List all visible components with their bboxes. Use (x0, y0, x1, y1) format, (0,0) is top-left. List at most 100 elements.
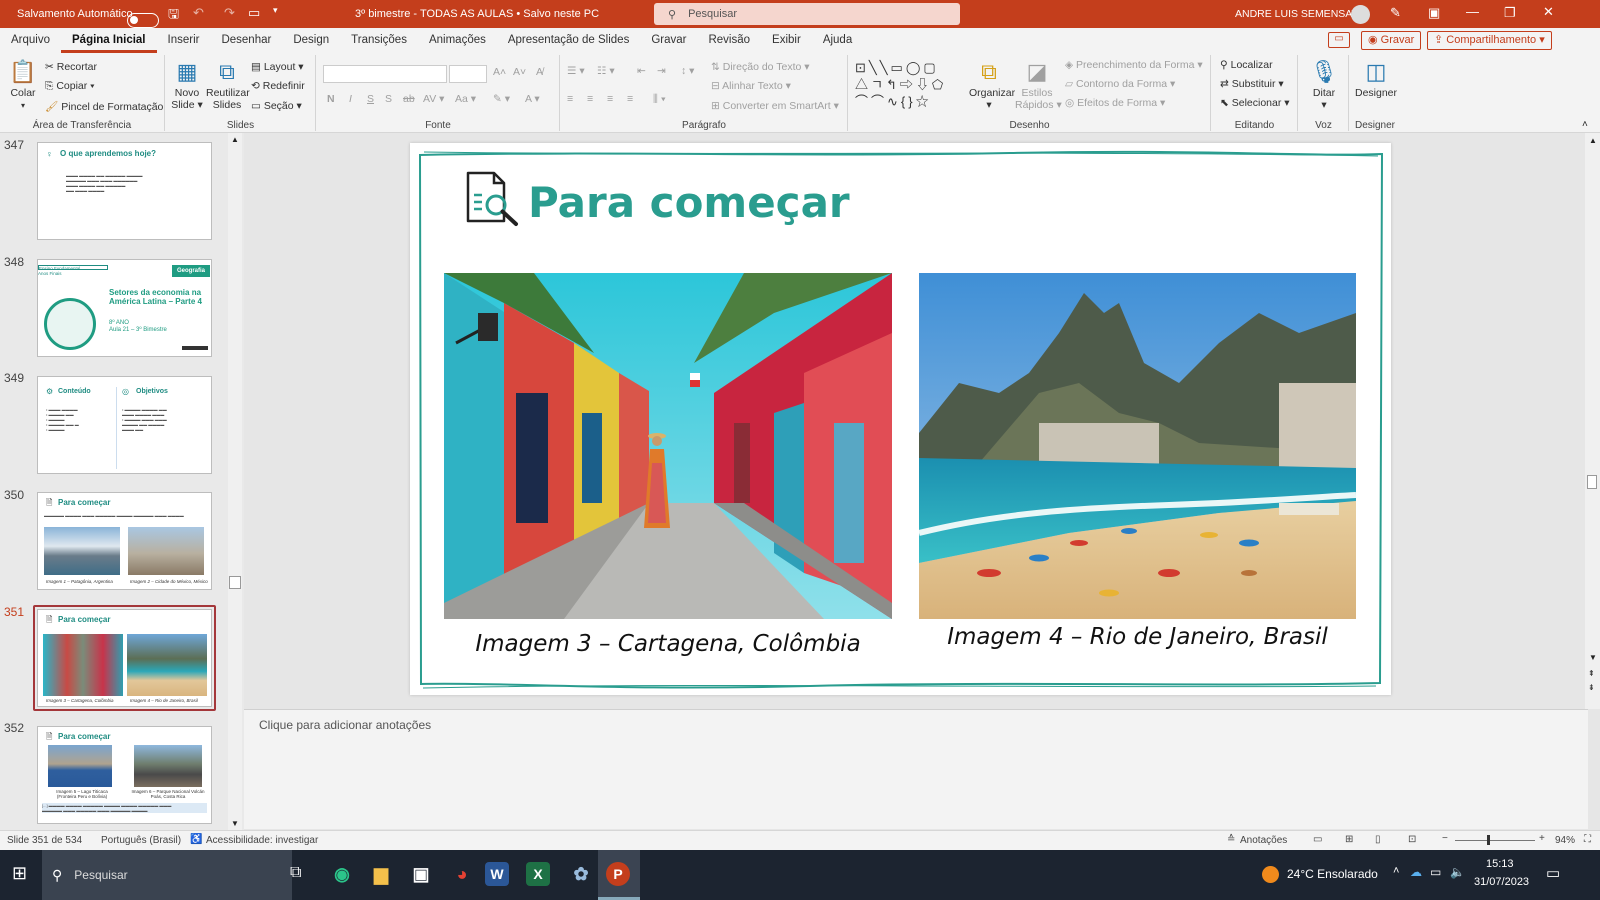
store-icon[interactable]: ▣ (404, 857, 438, 891)
share-button[interactable]: ⇪ Compartilhamento ▾ (1427, 31, 1552, 50)
user-name[interactable]: ANDRE LUIS SEMENSATO (1235, 8, 1366, 20)
fit-to-window-icon[interactable]: ⛶ (1584, 834, 1591, 845)
customize-toolbar-icon[interactable]: ▾ (273, 5, 278, 16)
normal-view-icon[interactable]: ▭ (1313, 834, 1322, 845)
menu-tab-transições[interactable]: Transições (340, 28, 418, 53)
slide-title[interactable]: Para começar (528, 178, 850, 227)
edge-icon[interactable]: ◉ (325, 857, 359, 891)
tray-chevron-icon[interactable]: ˄ (1393, 865, 1399, 877)
word-icon[interactable]: W (485, 862, 509, 886)
cartagena-image[interactable] (444, 273, 892, 619)
windows-start-icon[interactable]: ⊞ (12, 863, 27, 884)
menu-tab-ajuda[interactable]: Ajuda (812, 28, 863, 53)
app-icon[interactable]: ✿ (564, 857, 598, 891)
redo-icon[interactable]: ↷ (224, 5, 235, 21)
menu-tab-gravar[interactable]: Gravar (640, 28, 697, 53)
scroll-down-icon[interactable]: ▼ (1589, 653, 1597, 662)
shapes-gallery[interactable]: ⊡╲╲▭◯▢ △ㄱ↰⇨⇩⬠ ⌒⌒∿{}☆ (855, 59, 967, 113)
excel-icon[interactable]: X (526, 862, 550, 886)
menu-tab-apresentação-de-slides[interactable]: Apresentação de Slides (497, 28, 640, 53)
scroll-thumb[interactable] (1587, 475, 1597, 489)
underline-icon[interactable]: S (367, 93, 374, 105)
notifications-icon[interactable]: ▭ (1546, 864, 1560, 882)
rio-de-janeiro-image[interactable] (919, 273, 1356, 619)
select-button[interactable]: ⬉ Selecionar ▾ (1220, 97, 1290, 109)
accessibility-status[interactable]: Acessibilidade: investigar (206, 835, 318, 846)
menu-tab-desenhar[interactable]: Desenhar (210, 28, 282, 53)
strikethrough-icon[interactable]: ab (403, 93, 415, 105)
font-size-increase-icon[interactable]: A˄ (493, 66, 506, 78)
change-case-icon[interactable]: Aa ▾ (455, 93, 476, 105)
align-center-icon[interactable]: ≡ (587, 93, 593, 105)
caption-image-3[interactable]: Imagem 3 – Cartagena, Colômbia (444, 631, 892, 657)
shape-fill-button[interactable]: ◈ Preenchimento da Forma ▾ (1065, 59, 1203, 71)
menu-tab-arquivo[interactable]: Arquivo (0, 28, 61, 53)
slide-sorter-icon[interactable]: ⊞ (1345, 834, 1353, 845)
zoom-out-icon[interactable]: − (1442, 833, 1448, 844)
char-spacing-icon[interactable]: AV ▾ (423, 93, 444, 105)
numbering-icon[interactable]: ☷ ▾ (597, 65, 615, 77)
dictate-button[interactable]: 🎙 Ditar ▾ (1305, 59, 1343, 111)
menu-tab-inserir[interactable]: Inserir (157, 28, 211, 53)
menu-tab-página-inicial[interactable]: Página Inicial (61, 28, 157, 53)
designer-button[interactable]: ◫ Designer (1354, 59, 1398, 99)
find-button[interactable]: ⚲ Localizar (1220, 59, 1273, 71)
arrange-button[interactable]: ⧉ Organizar ▾ (969, 59, 1015, 111)
clock-time[interactable]: 15:13 (1486, 858, 1514, 870)
font-family-select[interactable] (323, 65, 447, 83)
close-icon[interactable]: ✕ (1543, 4, 1554, 20)
clock-date[interactable]: 31/07/2023 (1474, 876, 1529, 888)
text-direction-button[interactable]: ⇅ Direção do Texto ▾ (711, 61, 810, 73)
undo-icon[interactable]: ↶ (193, 5, 204, 21)
ribbon-display-icon[interactable]: ▣ (1428, 5, 1440, 21)
record-button[interactable]: ◉ Gravar (1361, 31, 1422, 50)
slide-thumbnail-347[interactable]: O que aprendemos hoje? ♀ ▬▬▬ ▬▬▬▬ ▬▬ ▬▬▬… (37, 142, 212, 240)
shape-effects-button[interactable]: ◎ Efeitos de Forma ▾ (1065, 97, 1165, 109)
paste-button[interactable]: 📋 Colar ▾ (8, 59, 38, 111)
slide-thumbnail-352[interactable]: Para começar 🗎 Imagem 5 – Lago Titicaca … (37, 726, 212, 824)
volume-icon[interactable]: 🔈 (1450, 865, 1465, 879)
network-icon[interactable]: ▭ (1430, 865, 1441, 879)
caption-image-4[interactable]: Imagem 4 – Rio de Janeiro, Brasil (919, 624, 1356, 650)
quick-styles-button[interactable]: ◪ Estilos Rápidos ▾ (1015, 59, 1062, 111)
language-status[interactable]: Português (Brasil) (101, 835, 181, 846)
format-painter-button[interactable]: 🖌 Pincel de Formatação (45, 100, 163, 113)
shape-outline-button[interactable]: ▱ Contorno da Forma ▾ (1065, 78, 1175, 90)
columns-icon[interactable]: ⫼ ▾ (653, 93, 666, 106)
shadow-icon[interactable]: S (385, 93, 392, 105)
slide-thumbnail-348[interactable]: Ensino Fundamental Anos Finais Geografia… (37, 259, 212, 357)
onedrive-icon[interactable]: ☁ (1410, 865, 1422, 879)
zoom-slider-thumb[interactable] (1487, 835, 1490, 845)
font-size-decrease-icon[interactable]: A˅ (513, 66, 526, 78)
collapse-ribbon-icon[interactable]: ˄ (1582, 119, 1588, 130)
align-left-icon[interactable]: ≡ (567, 93, 573, 105)
notes-toggle[interactable]: Anotações (1240, 835, 1287, 846)
align-text-button[interactable]: ⊟ Alinhar Texto ▾ (711, 80, 791, 92)
document-title[interactable]: 3º bimestre - TODAS AS AULAS • Salvo nes… (355, 8, 599, 20)
next-slide-icon[interactable]: ⇟ (1588, 683, 1595, 692)
previous-slide-icon[interactable]: ⇞ (1588, 669, 1595, 678)
increase-indent-icon[interactable]: ⇥ (657, 65, 666, 77)
reading-view-icon[interactable]: ▯ (1375, 834, 1381, 845)
file-explorer-icon[interactable]: ▆ (364, 857, 398, 891)
scroll-up-icon[interactable]: ▲ (1589, 136, 1597, 145)
justify-icon[interactable]: ≡ (627, 93, 633, 105)
bold-icon[interactable]: N (327, 93, 335, 105)
layout-button[interactable]: ▤ Layout ▾ (251, 61, 304, 73)
restore-icon[interactable]: ❐ (1504, 5, 1516, 21)
reset-button[interactable]: ⟲ Redefinir (251, 80, 305, 92)
smartart-button[interactable]: ⊞ Converter em SmartArt ▾ (711, 100, 839, 112)
scroll-up-icon[interactable]: ▲ (231, 135, 239, 144)
comments-icon[interactable]: ▭ (1328, 32, 1350, 48)
zoom-in-icon[interactable]: + (1539, 833, 1545, 844)
autosave-toggle[interactable] (127, 12, 159, 28)
menu-tab-animações[interactable]: Animações (418, 28, 497, 53)
present-from-start-icon[interactable]: ▭ (248, 5, 260, 21)
decrease-indent-icon[interactable]: ⇤ (637, 65, 646, 77)
line-spacing-icon[interactable]: ↕ ▾ (681, 65, 694, 77)
zoom-level[interactable]: 94% (1555, 835, 1575, 846)
notes-pane[interactable]: Clique para adicionar anotações (244, 709, 1588, 829)
highlight-icon[interactable]: ✎ ▾ (493, 93, 510, 105)
italic-icon[interactable]: I (349, 93, 352, 105)
pen-icon[interactable]: ✎ (1390, 5, 1401, 21)
